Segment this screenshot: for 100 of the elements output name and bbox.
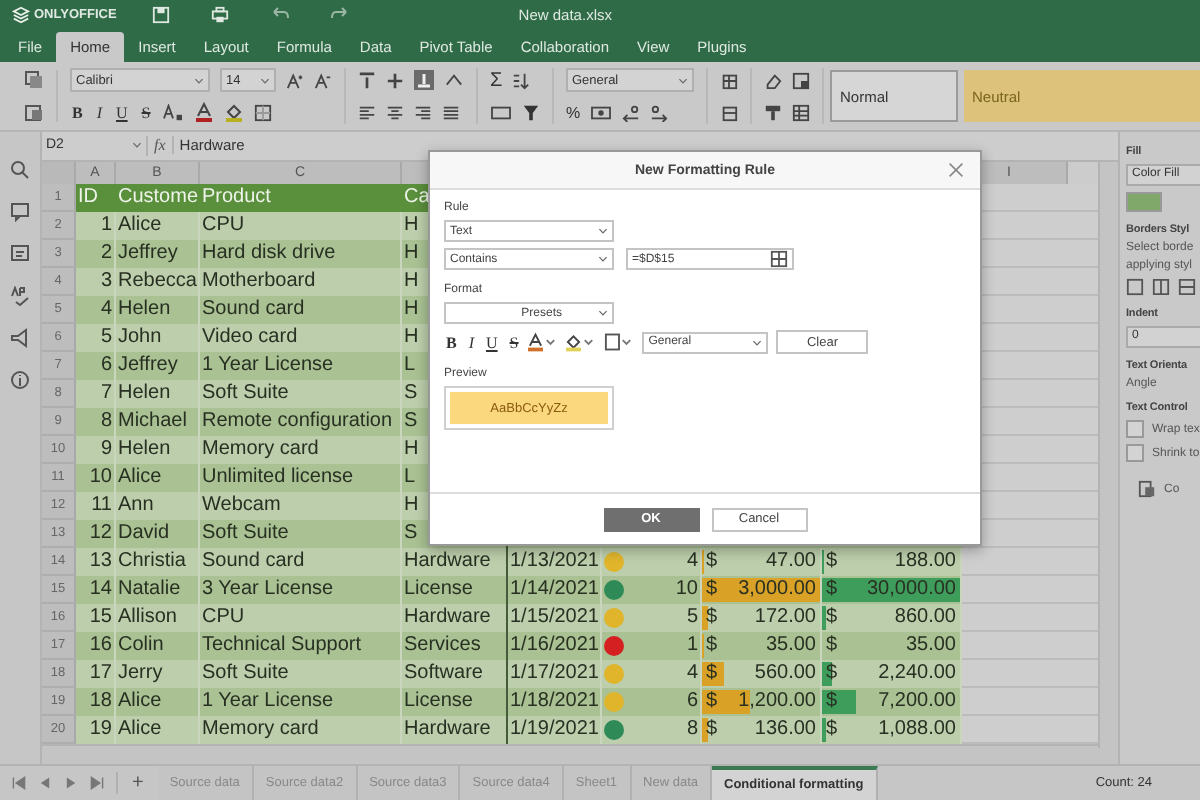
clear-icon[interactable] [764, 71, 782, 89]
currency-symbol: $ [706, 575, 718, 604]
borders-icon[interactable] [604, 332, 635, 352]
table-cell: 560.00 [754, 659, 816, 688]
align-top-icon[interactable] [358, 71, 376, 89]
conditional-format-icon[interactable] [792, 71, 810, 89]
text-style-button[interactable]: I [466, 333, 477, 351]
dropdown-caret-icon[interactable] [678, 77, 688, 83]
text-style-button[interactable]: B [70, 103, 85, 121]
color-swatch[interactable] [1126, 192, 1162, 212]
table-cell: 7,200.00 [878, 687, 956, 716]
currency-icon[interactable] [590, 103, 613, 121]
text-style-button[interactable]: U [114, 103, 130, 121]
currency-symbol: $ [826, 603, 838, 632]
comment-icon[interactable] [10, 202, 30, 222]
increase-decimal-icon[interactable] [650, 103, 669, 121]
previous-sheet-icon[interactable] [38, 776, 52, 790]
fill-color-icon[interactable] [566, 332, 597, 352]
table-cell: 136.00 [754, 715, 816, 744]
text-style-button[interactable]: S [507, 333, 521, 351]
align-bottom-icon[interactable] [414, 70, 434, 90]
format-painter-icon[interactable] [764, 103, 782, 121]
last-sheet-icon[interactable] [90, 776, 104, 790]
font-color-icon[interactable] [194, 102, 215, 122]
align-center-icon[interactable] [386, 103, 404, 121]
first-sheet-icon[interactable] [12, 776, 26, 790]
currency-symbol: $ [826, 715, 838, 744]
checkbox[interactable] [1126, 420, 1144, 438]
table-cell: 1,088.00 [878, 715, 956, 744]
dropdown-caret-icon[interactable] [132, 142, 142, 149]
table-cell: 8 [686, 715, 698, 744]
redo-icon[interactable] [330, 6, 351, 22]
dropdown-caret-icon[interactable] [598, 228, 608, 234]
chat-icon[interactable] [10, 244, 30, 264]
info-icon[interactable] [10, 370, 30, 390]
dropdown-caret-icon[interactable] [598, 310, 608, 316]
fill-color-icon[interactable] [224, 102, 245, 122]
currency-symbol: $ [826, 631, 838, 660]
percent-button[interactable]: % [566, 103, 581, 121]
font-color-icon[interactable] [528, 332, 559, 352]
vertical-scrollbar[interactable] [1098, 161, 1118, 748]
border-style-icon[interactable] [1178, 278, 1196, 296]
dropdown-caret-icon[interactable] [598, 256, 608, 262]
table-cell: 5 [686, 603, 698, 632]
increase-font-icon[interactable] [286, 71, 304, 89]
sort-icon[interactable] [512, 71, 531, 89]
align-right-icon[interactable] [414, 103, 432, 121]
autosum-button[interactable]: Σ [490, 69, 503, 91]
currency-symbol: $ [706, 687, 718, 716]
undo-icon[interactable] [270, 6, 291, 22]
copy-icon[interactable] [24, 70, 44, 90]
currency-symbol: $ [826, 687, 838, 716]
filter-icon[interactable] [522, 103, 540, 121]
save-icon[interactable] [152, 5, 171, 23]
subscript-icon[interactable] [162, 103, 185, 121]
decrease-font-icon[interactable] [314, 71, 332, 89]
align-middle-icon[interactable] [386, 71, 404, 89]
select-range-icon[interactable] [770, 250, 788, 268]
horizontal-scrollbar[interactable] [42, 744, 1118, 764]
justify-icon[interactable] [442, 103, 460, 121]
header-cell-text: Product [200, 183, 273, 212]
table-cell: 35.00 [905, 631, 956, 660]
paste-icon[interactable] [24, 102, 44, 122]
table-cell: 35.00 [765, 631, 816, 660]
dropdown-caret-icon[interactable] [194, 77, 204, 83]
text-style-button[interactable]: U [484, 333, 500, 351]
logo-icon [12, 5, 30, 23]
text-style-button[interactable]: B [444, 333, 459, 351]
header-cell-text: ID [76, 183, 100, 212]
currency-symbol: $ [706, 547, 718, 576]
feedback-icon[interactable] [10, 328, 30, 348]
table-cell: 4 [686, 547, 698, 576]
decrease-decimal-icon[interactable] [622, 103, 641, 121]
border-style-icon[interactable] [1126, 278, 1144, 296]
copy-style-icon[interactable] [1138, 480, 1156, 498]
search-icon[interactable] [10, 160, 30, 180]
border-style-icon[interactable] [1152, 278, 1170, 296]
currency-symbol: $ [826, 547, 838, 576]
align-left-icon[interactable] [358, 103, 376, 121]
dropdown-caret-icon[interactable] [260, 77, 270, 83]
dropdown-caret-icon[interactable] [752, 339, 763, 345]
function-label[interactable]: fx [154, 136, 166, 155]
close-icon[interactable] [948, 162, 964, 178]
table-cell: 188.00 [894, 547, 956, 576]
table-cell: 4 [686, 659, 698, 688]
text-style-button[interactable]: S [139, 103, 153, 121]
table-cell: 172.00 [754, 603, 816, 632]
spellcheck-icon[interactable] [10, 286, 30, 306]
table-cell: 1 [686, 631, 698, 660]
delete-cells-icon[interactable] [720, 103, 738, 121]
print-icon[interactable] [210, 5, 231, 23]
borders-icon[interactable] [254, 103, 273, 121]
insert-cells-icon[interactable] [720, 71, 738, 89]
table-cell: 6 [686, 687, 698, 716]
table-cell: 47.00 [765, 547, 816, 576]
table-cell: 10 [675, 575, 698, 604]
text-style-button[interactable]: I [94, 103, 105, 121]
table-icon[interactable] [792, 103, 810, 121]
checkbox[interactable] [1126, 444, 1144, 462]
next-sheet-icon[interactable] [64, 776, 78, 790]
